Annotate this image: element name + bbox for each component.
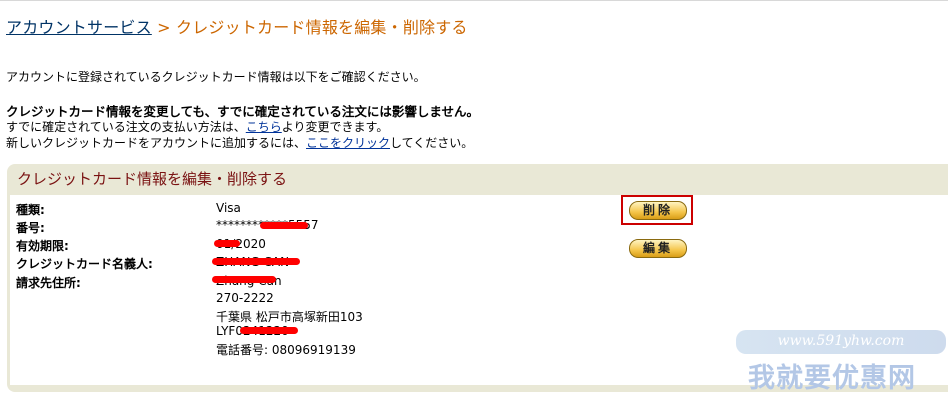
- line4-before: 新しいクレジットカードをアカウントに追加するには、: [6, 136, 307, 150]
- address-city: 千葉県 松戸市高塚新田103: [216, 310, 363, 324]
- line3-before: すでに確定されている注文の支払い方法は、: [6, 120, 246, 134]
- panel-title: クレジットカード情報を編集・削除する: [17, 170, 288, 188]
- watermark-logo: 我就要优惠网: [748, 363, 916, 394]
- line3-after: より変更できます。: [281, 120, 389, 134]
- card-type-value: Visa: [216, 201, 241, 215]
- billing-address-label: 請求先住所:: [16, 276, 81, 290]
- line4-after: してください。: [390, 136, 474, 150]
- address-phone: 電話番号: 08096919139: [216, 343, 356, 357]
- cardholder-label: クレジットカード名義人:: [16, 257, 153, 271]
- card-type-label: 種類:: [16, 203, 45, 217]
- card-number-label: 番号:: [16, 221, 45, 235]
- payment-method-change-line: すでに確定されている注文の支払い方法は、こちらより変更できます。: [6, 118, 388, 135]
- add-card-line: 新しいクレジットカードをアカウントに追加するには、ここをクリックしてください。: [6, 134, 473, 151]
- breadcrumb: アカウントサービス > クレジットカード情報を編集・削除する: [6, 14, 468, 38]
- watermark-url: www.591yhw.com: [736, 330, 946, 354]
- top-rule: [0, 0, 948, 1]
- add-card-link[interactable]: ここをクリック: [306, 136, 390, 150]
- delete-button[interactable]: 削除: [629, 201, 687, 220]
- redaction-mark: [212, 276, 276, 283]
- address-postal: 270-2222: [216, 291, 274, 305]
- redaction-mark: [260, 222, 308, 229]
- intro-text: アカウントに登録されているクレジットカード情報は以下をご確認ください。: [6, 70, 426, 84]
- redaction-mark: [214, 240, 240, 247]
- breadcrumb-account-service-link[interactable]: アカウントサービス: [6, 18, 152, 37]
- change-payment-link[interactable]: こちら: [246, 120, 282, 134]
- breadcrumb-separator: >: [157, 18, 171, 37]
- expiry-label: 有効期限:: [16, 239, 69, 253]
- redaction-mark: [240, 327, 298, 334]
- redaction-mark: [212, 258, 300, 265]
- page-title: クレジットカード情報を編集・削除する: [176, 18, 468, 37]
- edit-button[interactable]: 編集: [629, 239, 687, 258]
